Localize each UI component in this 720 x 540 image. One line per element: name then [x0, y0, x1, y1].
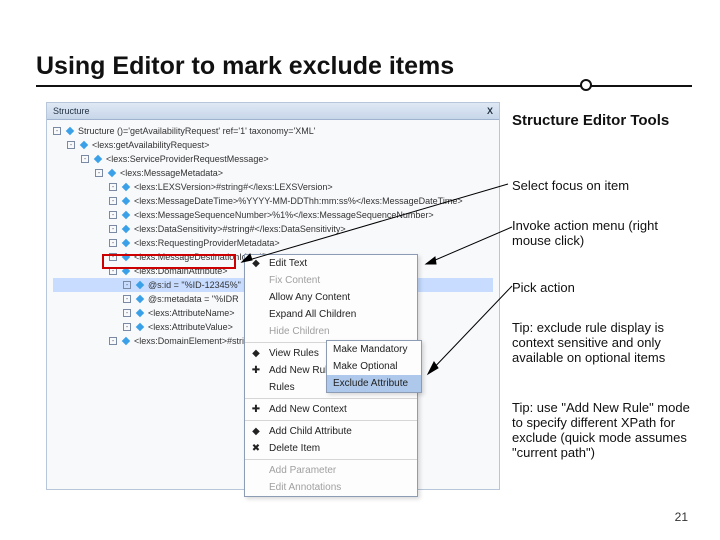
menu-item-label: Rules: [269, 382, 295, 393]
node-diamond-icon: [122, 239, 130, 247]
tree-node-label: <lexs:AttributeName>: [148, 306, 235, 320]
menu-item-label: View Rules: [269, 348, 319, 359]
tree-node-label: @s:id = "%ID-12345%": [148, 278, 241, 292]
node-diamond-icon: [66, 127, 74, 135]
menu-item[interactable]: ◆ Add Child Attribute: [245, 423, 417, 440]
menu-item-label: Add Parameter: [269, 465, 336, 476]
menu-item-label: Add Child Attribute: [269, 426, 352, 437]
menu-item[interactable]: Expand All Children: [245, 306, 417, 323]
attr-icon: ◆: [250, 426, 262, 438]
expand-box-icon[interactable]: -: [123, 281, 131, 289]
node-diamond-icon: [122, 197, 130, 205]
arrow-to-exclude-action: [422, 282, 516, 378]
menu-separator: [245, 420, 417, 421]
expand-box-icon[interactable]: -: [109, 183, 117, 191]
node-diamond-icon: [122, 183, 130, 191]
expand-box-icon[interactable]: -: [95, 169, 103, 177]
node-diamond-icon: [136, 309, 144, 317]
node-diamond-icon: [122, 211, 130, 219]
menu-item-label: Allow Any Content: [269, 292, 350, 303]
menu-item: Hide Children: [245, 323, 417, 340]
node-diamond-icon: [94, 155, 102, 163]
menu-item[interactable]: Allow Any Content: [245, 289, 417, 306]
expand-box-icon[interactable]: -: [81, 155, 89, 163]
node-diamond-icon: [80, 141, 88, 149]
menu-item-label: Edit Annotations: [269, 482, 341, 493]
annotation-heading: Structure Editor Tools: [512, 112, 700, 129]
menu-item-label: Fix Content: [269, 275, 320, 286]
expand-box-icon[interactable]: -: [109, 211, 117, 219]
menu-item-label: Expand All Children: [269, 309, 356, 320]
panel-title: Structure: [53, 106, 90, 116]
annotation-tip1: Tip: exclude rule display is context sen…: [512, 320, 700, 365]
menu-item: Add Parameter: [245, 462, 417, 479]
arrow-to-context-menu: [420, 222, 516, 270]
annotation-step2: Invoke action menu (right mouse click): [512, 218, 700, 248]
expand-box-icon[interactable]: -: [109, 253, 117, 261]
node-diamond-icon: [122, 337, 130, 345]
tree-node-label: @s:metadata = "%IDR: [148, 292, 239, 306]
expand-box-icon[interactable]: -: [109, 337, 117, 345]
expand-box-icon[interactable]: -: [67, 141, 75, 149]
annotation-step1: Select focus on item: [512, 178, 700, 193]
tree-node-label: <lexs:MessageMetadata>: [120, 166, 223, 180]
expand-box-icon[interactable]: -: [109, 225, 117, 233]
expand-box-icon[interactable]: -: [109, 239, 117, 247]
slide-title: Using Editor to mark exclude items: [36, 52, 584, 87]
tree-node-label: Structure ()='getAvailabilityRequest' re…: [78, 124, 316, 138]
tree-node-label: <lexs:DomainAttribute>: [134, 264, 228, 278]
add-icon: ✚: [250, 404, 262, 416]
menu-item[interactable]: ✚ Add New Context: [245, 401, 417, 418]
title-rule-end-circle: [580, 79, 592, 91]
add-icon: ✚: [250, 365, 262, 377]
expand-box-icon[interactable]: -: [109, 267, 117, 275]
menu-item: Fix Content: [245, 272, 417, 289]
rules-submenu[interactable]: Make MandatoryMake OptionalExclude Attri…: [326, 340, 422, 393]
expand-box-icon[interactable]: -: [123, 323, 131, 331]
menu-item-label: Delete Item: [269, 443, 320, 454]
node-diamond-icon: [136, 295, 144, 303]
node-diamond-icon: [136, 281, 144, 289]
node-diamond-icon: [122, 253, 130, 261]
menu-item-label: Add New Context: [269, 404, 347, 415]
tree-node-label: <lexs:ServiceProviderRequestMessage>: [106, 152, 269, 166]
submenu-item[interactable]: Make Mandatory: [327, 341, 421, 358]
menu-item: Edit Annotations: [245, 479, 417, 496]
expand-box-icon[interactable]: -: [53, 127, 61, 135]
node-diamond-icon: [136, 323, 144, 331]
menu-item-label: Add New Rule: [269, 365, 333, 376]
tree-node-label: <lexs:AttributeValue>: [148, 320, 233, 334]
tree-row[interactable]: - <lexs:getAvailabilityRequest>: [53, 138, 493, 152]
view-icon: ◆: [250, 348, 262, 360]
title-rule-extension: [584, 85, 692, 87]
menu-item[interactable]: ✖ Delete Item: [245, 440, 417, 457]
tree-row[interactable]: - <lexs:ServiceProviderRequestMessage>: [53, 152, 493, 166]
expand-box-icon[interactable]: -: [109, 197, 117, 205]
menu-separator: [245, 459, 417, 460]
tree-row[interactable]: - Structure ()='getAvailabilityRequest' r…: [53, 124, 493, 138]
submenu-item[interactable]: Exclude Attribute: [327, 375, 421, 392]
menu-item-label: Hide Children: [269, 326, 330, 337]
node-diamond-icon: [122, 267, 130, 275]
expand-box-icon[interactable]: -: [123, 309, 131, 317]
menu-separator: [245, 398, 417, 399]
annotation-tip2: Tip: use "Add New Rule" mode to specify …: [512, 400, 700, 460]
tree-node-label: <lexs:getAvailabilityRequest>: [92, 138, 209, 152]
node-diamond-icon: [122, 225, 130, 233]
annotation-step3: Pick action: [512, 280, 700, 295]
expand-box-icon[interactable]: -: [123, 295, 131, 303]
node-diamond-icon: [108, 169, 116, 177]
page-number: 21: [675, 510, 688, 524]
panel-header: Structure X: [47, 103, 499, 120]
submenu-item[interactable]: Make Optional: [327, 358, 421, 375]
panel-close-icon[interactable]: X: [487, 106, 493, 116]
delete-icon: ✖: [250, 443, 262, 455]
